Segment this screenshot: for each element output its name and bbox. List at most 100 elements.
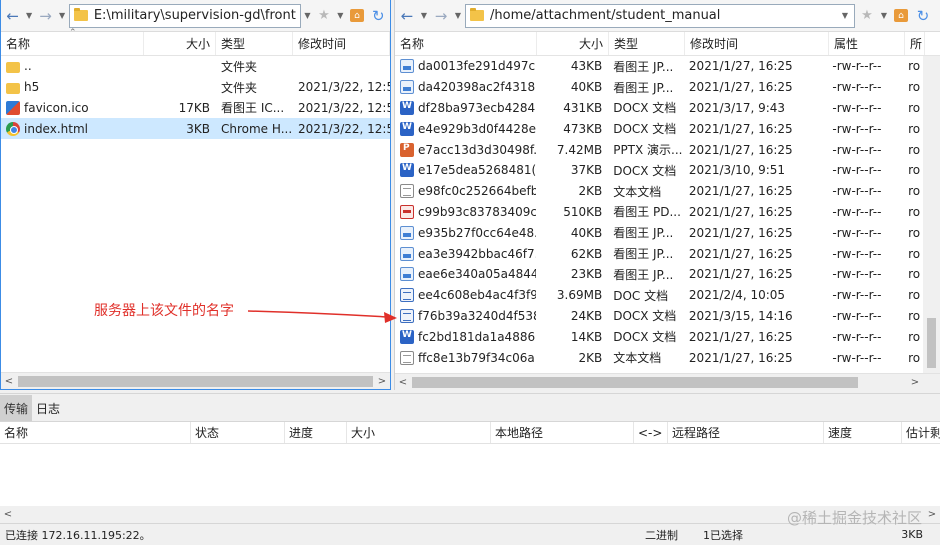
file-name: ffc8e13b79f34c06a... bbox=[418, 350, 537, 365]
remote-vertical-scrollbar[interactable] bbox=[923, 56, 940, 373]
file-attributes: -rw-r--r-- bbox=[827, 56, 903, 77]
chevron-down-icon[interactable]: ▼ bbox=[453, 11, 463, 20]
star-icon[interactable]: ★ bbox=[314, 5, 333, 27]
file-name: da420398ac2f4318... bbox=[418, 80, 537, 95]
file-row[interactable]: da420398ac2f4318... 40KB 看图王 JP... 2021/1/2… bbox=[395, 77, 923, 98]
file-row[interactable]: ffc8e13b79f34c06a... 2KB 文本文档 2021/1/27, 16… bbox=[395, 347, 923, 368]
file-owner: ro bbox=[903, 306, 923, 327]
file-row[interactable]: index.html 3KB Chrome H... 2021/3/22, 12:51 bbox=[1, 118, 390, 140]
scroll-right-icon[interactable]: > bbox=[907, 377, 923, 388]
file-type: DOCX 文档 bbox=[608, 98, 684, 119]
chevron-down-icon[interactable]: ▼ bbox=[419, 11, 429, 20]
file-size bbox=[144, 77, 216, 98]
scroll-left-icon[interactable]: < bbox=[395, 377, 411, 388]
queue-column-name[interactable]: 名称 bbox=[0, 422, 191, 443]
file-modified: 2021/2/4, 10:05 bbox=[684, 285, 827, 306]
queue-column-status[interactable]: 状态 bbox=[191, 422, 285, 443]
file-type-text: DOCX 文档 bbox=[613, 330, 677, 345]
back-arrow-icon[interactable]: ← bbox=[397, 5, 417, 27]
scroll-right-icon[interactable]: > bbox=[374, 376, 390, 387]
column-type[interactable]: 类型 bbox=[609, 32, 685, 55]
queue-column-remote-path[interactable]: 远程路径 bbox=[668, 422, 824, 443]
column-modified[interactable]: 修改时间 bbox=[685, 32, 829, 55]
remote-path-input[interactable]: /home/attachment/student_manual ▼ bbox=[465, 3, 855, 28]
file-modified: 2021/1/27, 16:25 bbox=[684, 202, 827, 223]
home-icon[interactable]: ⌂ bbox=[894, 9, 908, 22]
file-modified-text: 2021/1/27, 16:25 bbox=[688, 225, 793, 240]
ico-icon bbox=[6, 100, 20, 115]
column-size[interactable]: 大小 bbox=[144, 32, 216, 55]
home-icon[interactable]: ⌂ bbox=[350, 9, 364, 22]
file-row[interactable]: ea3e3942bbac46f7... 62KB 看图王 JP... 2021/1/2… bbox=[395, 243, 923, 264]
jpg-icon bbox=[400, 80, 414, 95]
queue-column-size[interactable]: 大小 bbox=[347, 422, 491, 443]
column-size[interactable]: 大小 bbox=[537, 32, 609, 55]
star-icon[interactable]: ★ bbox=[857, 5, 877, 27]
column-name[interactable]: 名称 bbox=[395, 32, 537, 55]
scroll-right-icon[interactable]: > bbox=[924, 509, 940, 520]
chevron-down-icon[interactable]: ▼ bbox=[57, 11, 67, 20]
file-row[interactable]: c99b93c83783409c... 510KB 看图王 PD... 2021/1/… bbox=[395, 202, 923, 223]
refresh-icon[interactable]: ↻ bbox=[913, 5, 933, 27]
file-type-text: DOC 文档 bbox=[613, 288, 669, 303]
queue-column-eta[interactable]: 估计剩 bbox=[902, 422, 940, 443]
file-row[interactable]: eae6e340a05a4844... 23KB 看图王 JP... 2021/1/2… bbox=[395, 264, 923, 285]
column-owner[interactable]: 所 bbox=[905, 32, 925, 55]
local-path-input[interactable]: E:\military\supervision-gd\front-h5\c bbox=[68, 3, 301, 28]
path-dropdown-icon[interactable]: ▼ bbox=[303, 11, 313, 20]
file-row[interactable]: h5 文件夹 2021/3/22, 12:51 bbox=[1, 77, 390, 98]
file-owner: ro bbox=[903, 326, 923, 347]
file-owner: ro bbox=[903, 264, 923, 285]
forward-arrow-icon[interactable]: → bbox=[431, 5, 451, 27]
forward-arrow-icon[interactable]: → bbox=[36, 5, 55, 27]
docx-icon bbox=[400, 100, 414, 115]
scroll-left-icon[interactable]: < bbox=[1, 376, 17, 387]
file-row[interactable]: da0013fe291d497c... 43KB 看图王 JP... 2021/1/2… bbox=[395, 56, 923, 77]
file-attributes-text: -rw-r--r-- bbox=[832, 350, 882, 365]
back-arrow-icon[interactable]: ← bbox=[3, 5, 22, 27]
scroll-thumb[interactable] bbox=[18, 376, 373, 387]
chevron-down-icon[interactable]: ▼ bbox=[879, 11, 889, 20]
scroll-left-icon[interactable]: < bbox=[0, 509, 16, 520]
queue-tabs: 传输 日志 bbox=[0, 394, 940, 422]
file-type: DOCX 文档 bbox=[608, 326, 684, 347]
file-modified: 2021/3/22, 12:51 bbox=[293, 118, 390, 139]
file-owner-text: ro bbox=[908, 267, 921, 282]
file-row[interactable]: df28ba973ecb4284... 431KB DOCX 文档 2021/3/17… bbox=[395, 98, 923, 119]
file-row[interactable]: ee4c608eb4ac4f3f9... 3.69MB DOC 文档 2021/2/4… bbox=[395, 285, 923, 306]
file-name: c99b93c83783409c... bbox=[418, 204, 537, 219]
tab-log[interactable]: 日志 bbox=[32, 395, 64, 421]
file-name-cell: ffc8e13b79f34c06a... bbox=[395, 347, 536, 368]
file-owner: ro bbox=[903, 118, 923, 139]
file-size-text: 17KB bbox=[178, 100, 210, 115]
file-row[interactable]: e4e929b3d0f4428e... 473KB DOCX 文档 2021/1/27… bbox=[395, 118, 923, 139]
queue-column-speed[interactable]: 速度 bbox=[824, 422, 902, 443]
column-name[interactable]: 名称 bbox=[1, 32, 144, 55]
file-size-text: 40KB bbox=[570, 80, 603, 95]
file-row[interactable]: e17e5dea5268481(... 37KB DOCX 文档 2021/3/10,… bbox=[395, 160, 923, 181]
file-row[interactable]: fc2bd181da1a4886... 14KB DOCX 文档 2021/1/27,… bbox=[395, 326, 923, 347]
file-row[interactable]: e7acc13d3d30498f... 7.42MB PPTX 演示... 2021/… bbox=[395, 139, 923, 160]
column-type[interactable]: 类型 bbox=[216, 32, 293, 55]
file-type: DOC 文档 bbox=[608, 285, 684, 306]
queue-column-direction[interactable]: <-> bbox=[634, 422, 668, 443]
chevron-down-icon[interactable]: ▼ bbox=[24, 11, 34, 20]
queue-column-local-path[interactable]: 本地路径 bbox=[491, 422, 634, 443]
local-horizontal-scrollbar[interactable]: < > bbox=[1, 372, 390, 389]
file-row[interactable]: f76b39a3240d4f538... 24KB DOCX 文档 2021/3/15… bbox=[395, 306, 923, 327]
file-attributes: -rw-r--r-- bbox=[827, 243, 903, 264]
file-row[interactable]: favicon.ico 17KB 看图王 IC... 2021/3/22, 12:51 bbox=[1, 98, 390, 119]
remote-horizontal-scrollbar[interactable]: < > bbox=[395, 373, 940, 390]
tab-transfers[interactable]: 传输 bbox=[0, 395, 33, 421]
refresh-icon[interactable]: ↻ bbox=[369, 5, 388, 27]
column-modified[interactable]: 修改时间 bbox=[293, 32, 390, 55]
file-row[interactable]: e935b27f0cc64e48... 40KB 看图王 JP... 2021/1/2… bbox=[395, 222, 923, 243]
file-row[interactable]: e98fc0c252664befb... 2KB 文本文档 2021/1/27, 16… bbox=[395, 181, 923, 202]
queue-column-progress[interactable]: 进度 bbox=[285, 422, 347, 443]
column-attributes[interactable]: 属性 bbox=[829, 32, 905, 55]
scroll-thumb[interactable] bbox=[927, 318, 936, 368]
path-dropdown-icon[interactable]: ▼ bbox=[840, 11, 850, 20]
chevron-down-icon[interactable]: ▼ bbox=[336, 11, 346, 20]
file-row[interactable]: .. 文件夹 bbox=[1, 56, 390, 77]
scroll-thumb[interactable] bbox=[412, 377, 858, 388]
